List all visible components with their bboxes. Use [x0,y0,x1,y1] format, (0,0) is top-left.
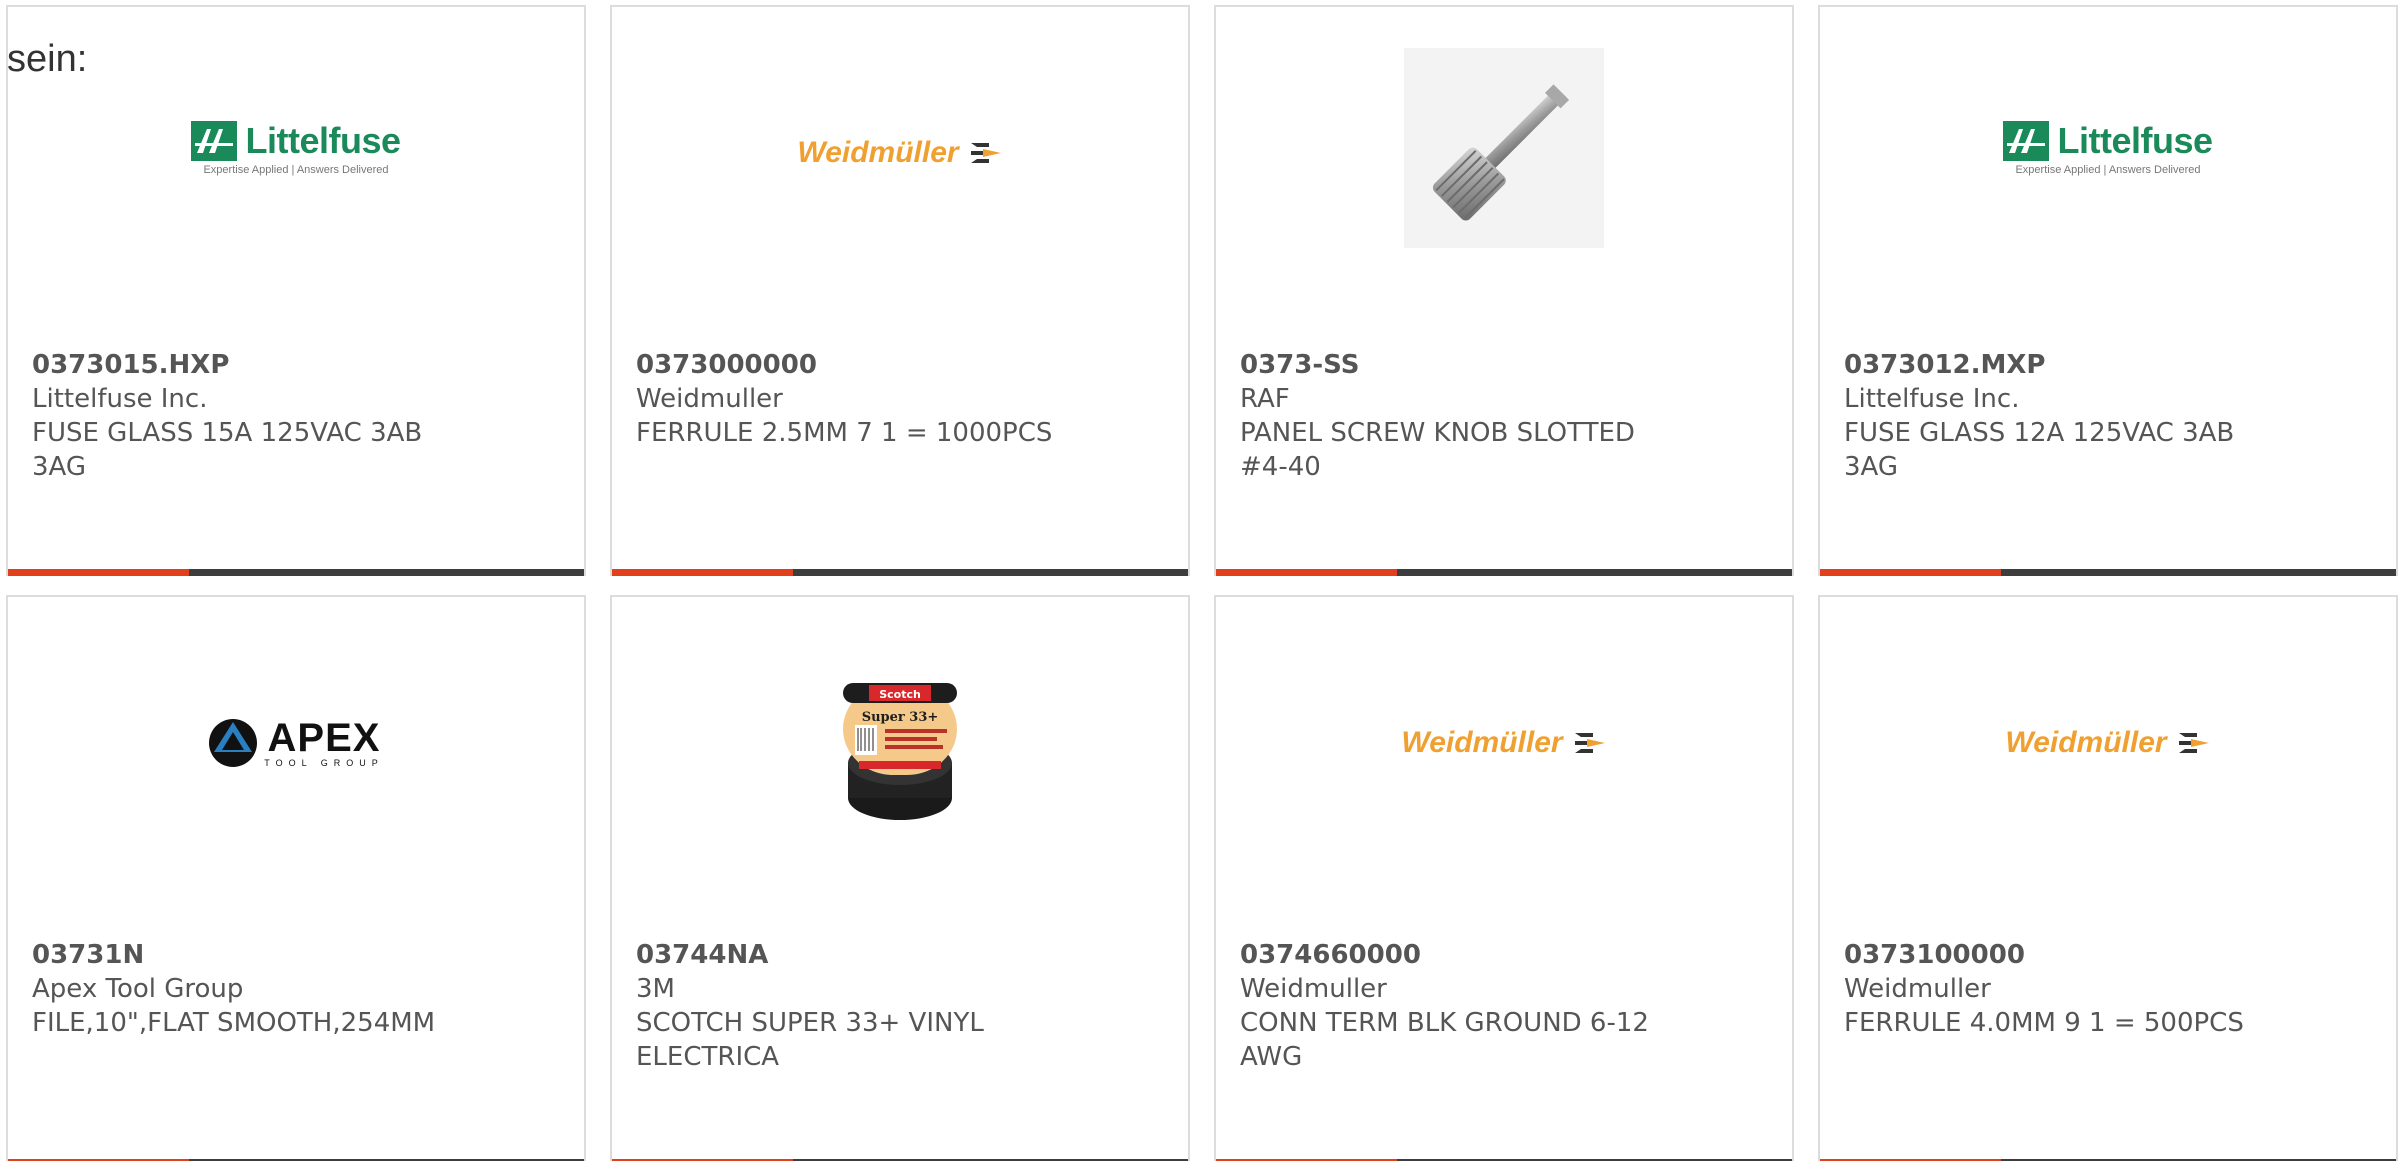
card-bottom-bar [1216,569,1792,576]
product-info: 03744NA 3M SCOTCH SUPER 33+ VINYL ELECTR… [636,938,1056,1074]
littelfuse-logo: Littelfuse Expertise Applied | Answers D… [2003,120,2213,176]
card-bottom-bar [612,569,1188,576]
part-number[interactable]: 0373-SS [1240,348,1660,382]
card-bottom-bar [8,569,584,576]
scotch-label: Scotch [879,688,921,701]
card-bar-accent [1820,569,2001,576]
description: FILE,10",FLAT SMOOTH,254MM [32,1008,436,1038]
weidmuller-wordmark: Weidmüller [2005,726,2167,759]
weidmuller-logo: Weidmüller [797,136,1002,170]
part-number[interactable]: 0373100000 [1844,938,2264,972]
weidmuller-wordmark: Weidmüller [797,136,959,169]
manufacturer: Littelfuse Inc. [32,384,208,414]
description: FERRULE 2.5MM 7 1 = 1000PCS [636,418,1053,448]
product-card[interactable]: Scotch Super 33+ 03744NA 3M SCOTCH SUPER… [610,595,1190,1161]
product-card[interactable]: Weidmüller 0373100000 Weidmuller FERRULE… [1818,595,2398,1161]
weidmuller-logo: Weidmüller [2005,726,2210,760]
card-bar-accent [8,569,189,576]
description: FUSE GLASS 12A 125VAC 3AB 3AG [1844,418,2235,482]
apex-mark-icon [209,719,258,767]
apex-tagline: TOOL GROUP [264,758,384,768]
part-number[interactable]: 0373000000 [636,348,1056,382]
part-number[interactable]: 03744NA [636,938,1056,972]
product-grid: Littelfuse Expertise Applied | Answers D… [6,5,2398,1161]
product-card[interactable]: Littelfuse Expertise Applied | Answers D… [6,5,586,576]
apex-wordmark: APEX [267,716,381,760]
product-info: 03731N Apex Tool Group FILE,10",FLAT SMO… [32,938,452,1040]
description: SCOTCH SUPER 33+ VINYL ELECTRICA [636,1008,984,1072]
manufacturer: RAF [1240,384,1290,414]
littelfuse-wordmark: Littelfuse [245,120,401,161]
littelfuse-tagline: Expertise Applied | Answers Delivered [2015,164,2201,176]
page: sein: Littelfuse Expertise Applied | Ans… [0,0,2400,1161]
littelfuse-logo: Littelfuse Expertise Applied | Answers D… [191,120,401,176]
part-number[interactable]: 0374660000 [1240,938,1660,972]
weidmuller-wordmark: Weidmüller [1401,726,1563,759]
electrical-tape-photo: Scotch Super 33+ [820,663,980,833]
product-image[interactable]: Scotch Super 33+ [612,653,1188,883]
product-info: 0374660000 Weidmuller CONN TERM BLK GROU… [1240,938,1660,1074]
weidmuller-mark-icon [970,143,1001,163]
weidmuller-mark-icon [2178,733,2209,753]
description: FUSE GLASS 15A 125VAC 3AB 3AG [32,418,423,482]
weidmuller-logo: Weidmüller [1401,726,1606,760]
product-info: 0373012.MXP Littelfuse Inc. FUSE GLASS 1… [1844,348,2264,484]
card-bottom-bar [1820,569,2396,576]
product-image[interactable]: Weidmüller [1216,653,1792,883]
littelfuse-mark-icon [2003,121,2050,161]
product-card[interactable]: Weidmüller 0373000000 Weidmuller FERRULE… [610,5,1190,576]
littelfuse-mark-icon [191,121,238,161]
manufacturer: Weidmuller [636,384,783,414]
product-info: 0373-SS RAF PANEL SCREW KNOB SLOTTED #4-… [1240,348,1660,484]
product-image[interactable]: APEX TOOL GROUP [8,653,584,883]
product-image[interactable]: Littelfuse Expertise Applied | Answers D… [8,63,584,293]
panel-screw-icon [1432,84,1570,221]
product-card[interactable]: Weidmüller 0374660000 Weidmuller CONN TE… [1214,595,1794,1161]
manufacturer: Weidmuller [1240,974,1387,1004]
product-info: 0373015.HXP Littelfuse Inc. FUSE GLASS 1… [32,348,452,484]
description: CONN TERM BLK GROUND 6-12 AWG [1240,1008,1649,1072]
product-image[interactable]: Littelfuse Expertise Applied | Answers D… [1820,63,2396,293]
part-number[interactable]: 0373012.MXP [1844,348,2264,382]
product-card[interactable]: APEX TOOL GROUP 03731N Apex Tool Group F… [6,595,586,1161]
card-bar-accent [1216,569,1397,576]
product-image[interactable]: Weidmüller [612,63,1188,293]
super33-label: Super 33+ [862,710,939,725]
product-card[interactable]: Littelfuse Expertise Applied | Answers D… [1818,5,2398,576]
product-info: 0373100000 Weidmuller FERRULE 4.0MM 9 1 … [1844,938,2264,1040]
intro-text: sein: [7,38,88,80]
description: PANEL SCREW KNOB SLOTTED #4-40 [1240,418,1635,482]
manufacturer: 3M [636,974,675,1004]
littelfuse-tagline: Expertise Applied | Answers Delivered [203,164,389,176]
product-info: 0373000000 Weidmuller FERRULE 2.5MM 7 1 … [636,348,1056,450]
description: FERRULE 4.0MM 9 1 = 500PCS [1844,1008,2244,1038]
product-image[interactable] [1216,48,1792,293]
manufacturer: Littelfuse Inc. [1844,384,2020,414]
manufacturer: Weidmuller [1844,974,1991,1004]
manufacturer: Apex Tool Group [32,974,244,1004]
part-number[interactable]: 0373015.HXP [32,348,452,382]
weidmuller-mark-icon [1574,733,1605,753]
product-card[interactable]: 0373-SS RAF PANEL SCREW KNOB SLOTTED #4-… [1214,5,1794,576]
littelfuse-wordmark: Littelfuse [2057,120,2213,161]
apex-logo: APEX TOOL GROUP [208,718,384,768]
electrical-tape-icon: Scotch Super 33+ [843,683,957,820]
part-number[interactable]: 03731N [32,938,452,972]
panel-screw-photo [1404,48,1604,248]
product-image[interactable]: Weidmüller [1820,653,2396,883]
card-bar-accent [612,569,793,576]
